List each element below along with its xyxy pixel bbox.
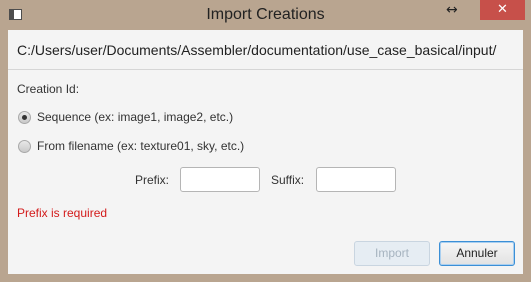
error-message: Prefix is required: [17, 206, 108, 220]
suffix-label: Suffix:: [271, 173, 305, 187]
prefix-label: Prefix:: [135, 173, 170, 187]
title-bar[interactable]: Import Creations ↔ ✕: [0, 0, 531, 30]
sequence-radio[interactable]: [18, 111, 31, 124]
cancel-button[interactable]: Annuler: [439, 241, 515, 266]
creation-id-label: Creation Id:: [17, 82, 80, 96]
import-creations-dialog: Import Creations ↔ ✕ C:/Users/user/Docum…: [0, 0, 531, 282]
close-button[interactable]: ✕: [480, 0, 525, 20]
sequence-radio-label[interactable]: Sequence (ex: image1, image2, etc.): [37, 110, 233, 124]
suffix-input[interactable]: [316, 167, 396, 192]
prefix-input[interactable]: [180, 167, 260, 192]
input-path: C:/Users/user/Documents/Assembler/docume…: [17, 42, 497, 58]
close-icon: ✕: [497, 2, 508, 17]
from-filename-radio[interactable]: [18, 140, 31, 153]
path-header: C:/Users/user/Documents/Assembler/docume…: [8, 30, 523, 70]
dialog-content: C:/Users/user/Documents/Assembler/docume…: [8, 30, 523, 274]
from-filename-radio-label[interactable]: From filename (ex: texture01, sky, etc.): [37, 139, 244, 153]
resize-cursor-icon: ↔: [446, 2, 458, 18]
import-button[interactable]: Import: [354, 241, 430, 266]
